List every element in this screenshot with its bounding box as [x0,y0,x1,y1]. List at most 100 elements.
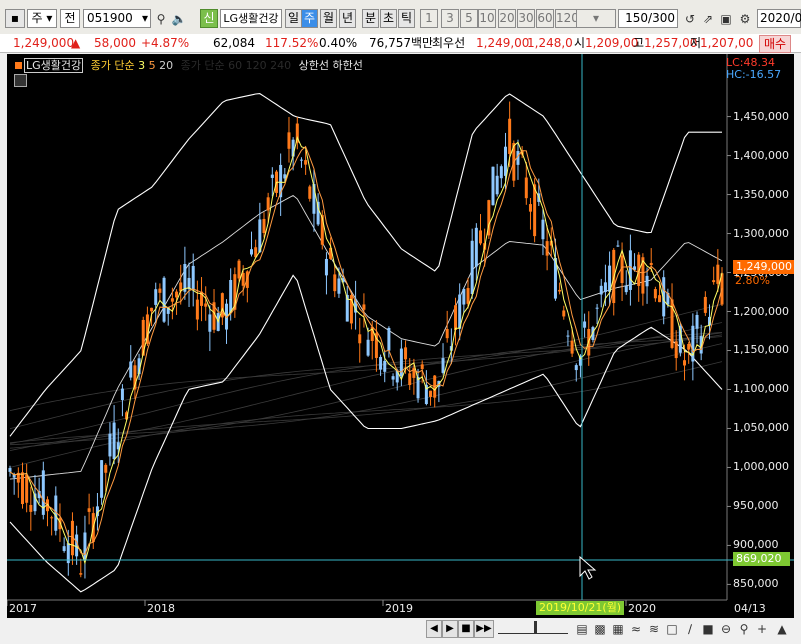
speaker-icon[interactable]: 🔈 [171,11,187,27]
candle-body [391,376,395,380]
grid-icon[interactable]: ▦ [610,621,626,637]
count-field[interactable]: 150/300 [618,9,678,28]
interval-button-3[interactable]: 3 [441,9,459,28]
zoom-slider[interactable] [498,621,568,634]
candle-body [158,288,162,293]
buy-button[interactable]: 매수 [759,35,792,53]
gear-icon[interactable]: ⚙ [737,11,753,27]
interval-button-120[interactable]: 120 [555,9,579,28]
candle-body [545,241,549,256]
period-tab-1[interactable]: 일 [285,9,302,28]
x-tick-label: 2020 [628,602,656,615]
candle-body [533,184,537,237]
interval-button-5[interactable]: 5 [460,9,478,28]
count-total: /300 [648,11,675,25]
zoom-out-icon[interactable]: ⊖ [718,621,734,637]
candle-body [429,390,433,397]
period-tab-2[interactable]: 주 [301,9,318,28]
legend-ma-3[interactable]: 3 [138,59,145,72]
period-tab-4[interactable]: 년 [339,9,356,28]
zoom-in-icon[interactable]: + [754,621,770,637]
candle-body [595,307,599,309]
compare-lines-icon[interactable]: ≋ [646,621,662,637]
period-tab-6[interactable]: 초 [380,9,397,28]
market-select[interactable]: 주 ▾ [27,9,57,28]
candle-body [566,335,570,337]
save-icon[interactable]: ▣ [718,11,734,27]
interval-custom[interactable]: ▾ [576,9,616,28]
open-label: 시 [574,36,586,50]
candle-body [112,422,116,460]
price-chart[interactable]: LG생활건강 종가 단순 3 5 20 종가 단순 60 120 240 상한선… [7,54,794,618]
grid-toggle-icon[interactable] [14,74,27,87]
candle-body [333,274,337,292]
candle-body [249,249,253,255]
overlay-icon[interactable]: ▩ [592,621,608,637]
candle-body [183,263,187,292]
stock-name-field[interactable]: LG생활건강 [220,9,282,28]
candle-body [653,289,657,299]
candle-body [599,285,603,295]
stop-button[interactable]: ■ [458,620,474,638]
candle-icon[interactable]: □ [664,621,680,637]
candle-body [150,307,154,312]
overlay2-icon[interactable]: ■ [700,621,716,637]
legend-ma-dim[interactable]: 종가 단순 60 120 240 [181,59,291,72]
candle-body [287,132,291,149]
trend-icon[interactable]: ⇗ [700,11,716,27]
period-tab-7[interactable]: 틱 [398,9,415,28]
compare-icon[interactable]: ↺ [682,11,698,27]
trend-line-icon[interactable]: ∕ [682,621,698,637]
code-value: 051900 [87,11,133,25]
window-button[interactable]: ▪ [5,9,25,28]
candle-body [712,280,716,283]
candle-body [674,341,678,359]
candle-body [683,360,687,366]
long-ma-line [9,332,723,444]
candle-body [445,329,449,339]
interval-button-30[interactable]: 30 [517,9,535,28]
fast-forward-button[interactable]: ▶▶ [474,620,494,638]
legend-ma-20[interactable]: 20 [159,59,173,72]
zoom-slider-thumb[interactable] [534,621,537,634]
candle-body [441,358,445,373]
y-tick-label: 850,000 [733,577,779,591]
market-label: 주 [31,11,43,25]
search-icon[interactable]: ⚲ [736,621,752,637]
candle-body [541,219,545,240]
search-icon[interactable]: ⚲ [153,11,169,27]
cursor-date-tag: 2019/10/21(월) [536,601,625,615]
scroll-up-icon[interactable]: ▲ [774,621,790,637]
period-tab-5[interactable]: 분 [362,9,379,28]
date-field[interactable]: 2020/0 [757,9,801,28]
x-tick-label: 2017 [9,602,37,615]
chart-type-icon[interactable]: ▤ [574,621,590,637]
market-tag[interactable]: 전 [60,9,80,28]
interval-button-10[interactable]: 10 [478,9,496,28]
candle-body [25,474,29,503]
legend-swatch [15,62,22,69]
candle-body [687,343,691,350]
scroll-left-button[interactable]: ◀ [426,620,442,638]
legend-bands[interactable]: 상한선 하한선 [299,59,363,72]
interval-button-60[interactable]: 60 [536,9,554,28]
indicator-icon[interactable]: ≈ [628,621,644,637]
change-value: 58,000 [94,36,136,50]
candle-body [470,240,474,294]
chart-canvas[interactable] [7,54,794,618]
long-ma-line [9,322,723,429]
candle-body [304,160,308,165]
candle-body [474,227,478,267]
best-ask: 1,249,00 [476,36,530,50]
legend-ma-label[interactable]: 종가 단순 [91,59,135,72]
interval-button-1[interactable]: 1 [420,9,438,28]
candle-body [100,460,104,498]
hc-readout: HC:-16.57 [726,68,782,81]
interval-button-20[interactable]: 20 [498,9,516,28]
legend-stock[interactable]: LG생활건강 [24,58,84,73]
code-input[interactable]: 051900 ▾ [83,9,151,28]
legend-ma-5[interactable]: 5 [149,59,156,72]
scroll-right-button[interactable]: ▶ [442,620,458,638]
period-tab-3[interactable]: 월 [320,9,337,28]
y-tick-label: 950,000 [733,499,779,513]
